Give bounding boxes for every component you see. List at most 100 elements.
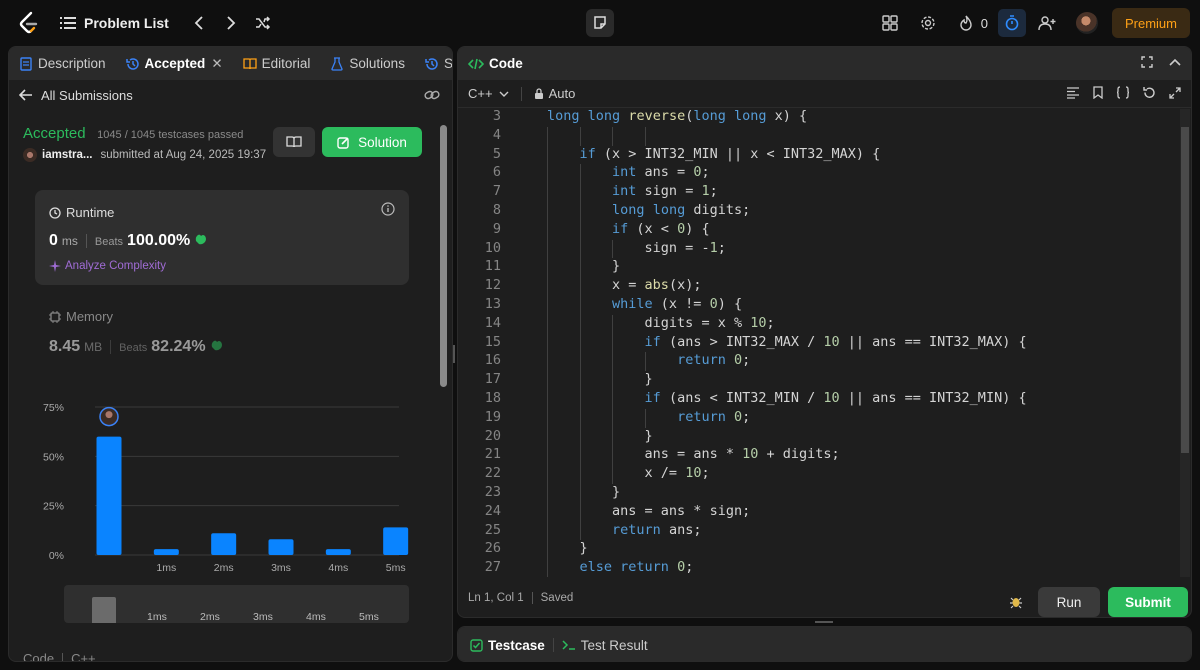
problem-list-icon[interactable] — [60, 16, 76, 30]
runtime-card[interactable]: Runtime 0 ms Beats 100.00% Analyze Compl… — [35, 190, 409, 285]
code-editor[interactable]: 3 long long reverse(long long x) {4 5 if (x… — [458, 109, 1180, 577]
shuffle-icon[interactable] — [252, 12, 274, 34]
timer-button[interactable] — [997, 9, 1026, 37]
expand-icon[interactable] — [1141, 56, 1153, 68]
format-lines-icon[interactable] — [1066, 86, 1080, 99]
tab-test-result[interactable]: Test Result — [562, 638, 648, 653]
auto-mode-label[interactable]: Auto — [549, 86, 576, 101]
submit-button[interactable]: Submit — [1108, 587, 1188, 617]
solution-button[interactable]: Solution — [322, 127, 422, 157]
info-icon[interactable] — [381, 202, 395, 216]
tab-editorial[interactable]: Editorial — [242, 56, 311, 71]
curly-braces-icon[interactable] — [1116, 86, 1130, 99]
distribution-bar[interactable] — [268, 539, 294, 555]
distribution-bar[interactable] — [211, 533, 237, 555]
code-line[interactable]: 20} — [458, 428, 1178, 447]
notes-button[interactable] — [586, 9, 614, 37]
code-line[interactable]: 27 else return 0; — [458, 559, 1178, 577]
code-line[interactable]: 17} — [458, 371, 1178, 390]
share-link-icon[interactable] — [424, 88, 440, 102]
code-line[interactable]: 7 int sign = 1; — [458, 183, 1178, 202]
layout-icon[interactable] — [878, 11, 902, 35]
code-line[interactable]: 24 ans = ans * sign; — [458, 503, 1178, 522]
code-line[interactable]: 11} — [458, 258, 1178, 277]
close-tab-icon[interactable]: ✕ — [211, 56, 222, 72]
add-user-icon[interactable] — [1035, 11, 1059, 35]
submission-status: Accepted 1045 / 1045 testcases passed ia… — [23, 125, 266, 162]
fire-streak-icon[interactable] — [954, 11, 978, 35]
line-number: 26 — [484, 540, 501, 557]
code-line[interactable]: 9 if (x < 0) { — [458, 221, 1178, 240]
tab-solutions[interactable]: Solutions — [330, 56, 405, 71]
bookmark-icon[interactable] — [1093, 86, 1103, 99]
code-line[interactable]: 16 return 0; — [458, 352, 1178, 371]
tab-description[interactable]: Description — [19, 56, 106, 71]
test-panel: Testcase Test Result — [457, 626, 1192, 662]
line-number: 21 — [484, 446, 501, 463]
distribution-bar[interactable] — [96, 436, 122, 555]
tab-accepted-label: Accepted — [144, 56, 206, 71]
code-line[interactable]: 26} — [458, 540, 1178, 559]
chevron-up-icon[interactable] — [1169, 56, 1181, 68]
note-icon — [593, 16, 607, 30]
code-line[interactable]: 15 if (ans > INT32_MAX / 10 || ans == INT… — [458, 334, 1178, 353]
code-line[interactable]: 18 if (ans < INT32_MIN / 10 || ans == INT… — [458, 390, 1178, 409]
memory-card-title[interactable]: Memory — [49, 309, 113, 324]
username[interactable]: iamstra... — [42, 149, 93, 161]
premium-button[interactable]: Premium — [1111, 8, 1190, 38]
distribution-bar[interactable] — [153, 549, 179, 555]
fullscreen-icon[interactable] — [1169, 86, 1181, 99]
code-line[interactable]: 3 long long reverse(long long x) { — [458, 109, 1178, 127]
tab-editorial-label: Editorial — [261, 56, 311, 71]
code-line[interactable]: 6 int ans = 0; — [458, 164, 1178, 183]
chevron-down-icon[interactable] — [499, 91, 509, 97]
x-tick-label: 5ms — [386, 562, 406, 574]
line-number: 7 — [492, 183, 501, 200]
horizontal-resize-handle[interactable] — [815, 621, 833, 623]
left-scrollbar-thumb[interactable] — [440, 125, 447, 387]
editor-scrollbar-thumb[interactable] — [1181, 127, 1189, 453]
code-line[interactable]: 23} — [458, 484, 1178, 503]
notebook-button[interactable] — [273, 127, 315, 157]
debug-icon[interactable] — [1008, 593, 1024, 609]
prev-problem-icon[interactable] — [188, 12, 210, 34]
stopwatch-icon — [1005, 15, 1019, 31]
code-line[interactable]: 5 if (x > INT32_MIN || x < INT32_MAX) { — [458, 146, 1178, 165]
memory-value: 8.45 — [49, 338, 81, 355]
next-problem-icon[interactable] — [220, 12, 242, 34]
analyze-complexity-link[interactable]: Analyze Complexity — [49, 260, 166, 272]
code-line[interactable]: 8 long long digits; — [458, 202, 1178, 221]
code-line[interactable]: 12 x = abs(x); — [458, 277, 1178, 296]
reset-icon[interactable] — [1143, 86, 1156, 99]
user-avatar[interactable] — [1075, 12, 1098, 34]
leetcode-logo-icon[interactable] — [18, 11, 40, 35]
code-text: } — [644, 427, 653, 444]
code-line[interactable]: 21 ans = ans * 10 + digits; — [458, 446, 1178, 465]
indent-guide — [612, 126, 614, 146]
vertical-resize-handle[interactable] — [453, 345, 455, 363]
settings-gear-icon[interactable] — [916, 11, 940, 35]
code-line[interactable]: 14 digits = x % 10; — [458, 315, 1178, 334]
code-text: long long digits; — [612, 202, 751, 218]
code-line[interactable]: 4 — [458, 127, 1178, 146]
tab-accepted[interactable]: Accepted ✕ — [125, 56, 223, 72]
language-select[interactable]: C++ — [468, 86, 493, 101]
line-number: 15 — [484, 333, 501, 350]
tab-submissions[interactable]: Su — [425, 56, 452, 71]
run-button[interactable]: Run — [1038, 587, 1100, 617]
code-line[interactable]: 25 return ans; — [458, 522, 1178, 541]
code-line[interactable]: 13 while (x != 0) { — [458, 296, 1178, 315]
distribution-bar[interactable] — [383, 527, 409, 555]
chart-range-selector[interactable]: 1ms 2ms 3ms 4ms 5ms — [64, 585, 409, 623]
x-tick-label: 4ms — [328, 562, 348, 574]
all-submissions-link[interactable]: All Submissions — [9, 80, 452, 110]
distribution-bar[interactable] — [325, 549, 351, 555]
code-line[interactable]: 19 return 0; — [458, 409, 1178, 428]
code-text: ans = ans * sign; — [612, 502, 751, 519]
tab-testcase[interactable]: Testcase — [470, 638, 545, 653]
language-label: C++ — [71, 651, 96, 662]
code-line[interactable]: 10 sign = -1; — [458, 240, 1178, 259]
problem-list-title[interactable]: Problem List — [84, 15, 169, 31]
code-line[interactable]: 22 x /= 10; — [458, 465, 1178, 484]
code-text: long long reverse(long long x) { — [547, 109, 808, 124]
